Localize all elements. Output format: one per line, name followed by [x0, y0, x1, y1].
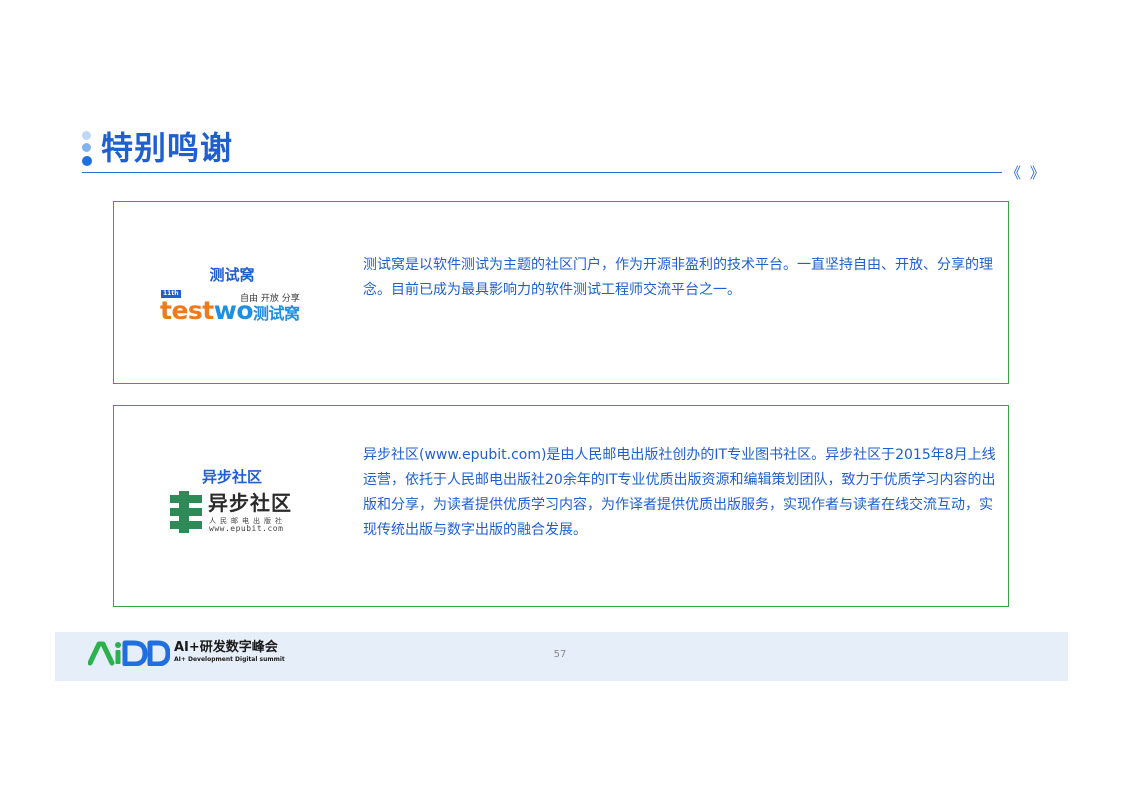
sponsor-description: 测试窝是以软件测试为主题的社区门户，作为开源非盈利的技术平台。一直坚持自由、开放…: [363, 257, 993, 298]
page-nav-arrows[interactable]: 《 》: [1006, 163, 1047, 183]
title-decoration-dots: [82, 131, 92, 167]
sponsor-card-testwo: 测试窝 11th 自由 开放 分享 testwo测试窝 测试窝是以软件测试为主题…: [113, 201, 1009, 384]
sponsor-card-epubit: 异步社区 异步社区 人民邮电出版社 www.epubit.com 异步社区(ww…: [113, 405, 1009, 607]
page-title: 特别鸣谢: [101, 129, 234, 167]
logo-url: www.epubit.com: [209, 524, 284, 533]
footer-bar: AI+研发数字峰会 AI+ Development Digital summit…: [55, 632, 1068, 681]
aidd-logo-icon: [88, 640, 170, 666]
footer-brand: AI+研发数字峰会: [174, 640, 278, 655]
logo-name: 异步社区: [208, 491, 292, 515]
dot-icon: [82, 131, 91, 140]
logo-word-test: test: [160, 296, 214, 325]
dot-icon: [82, 156, 92, 166]
title-divider: [82, 172, 1002, 173]
sponsor-name: 测试窝: [209, 266, 255, 284]
testwo-logo: 11th 自由 开放 分享 testwo测试窝: [160, 290, 310, 325]
footer-brand-subtitle: AI+ Development Digital summit: [174, 656, 285, 663]
dot-icon: [82, 143, 91, 152]
sponsor-name: 异步社区: [201, 468, 262, 486]
sponsor-description: 异步社区(www.epubit.com)是由人民邮电出版社创办的IT专业图书社区…: [363, 447, 996, 538]
epubit-logo: 异步社区 人民邮电出版社 www.epubit.com: [170, 491, 300, 533]
logo-wordmark: testwo测试窝: [160, 296, 300, 329]
page-number: 57: [553, 649, 567, 660]
epubit-mark-icon: [170, 491, 202, 533]
logo-word-cn: 测试窝: [253, 304, 300, 323]
logo-word-wo: wo: [213, 296, 254, 325]
